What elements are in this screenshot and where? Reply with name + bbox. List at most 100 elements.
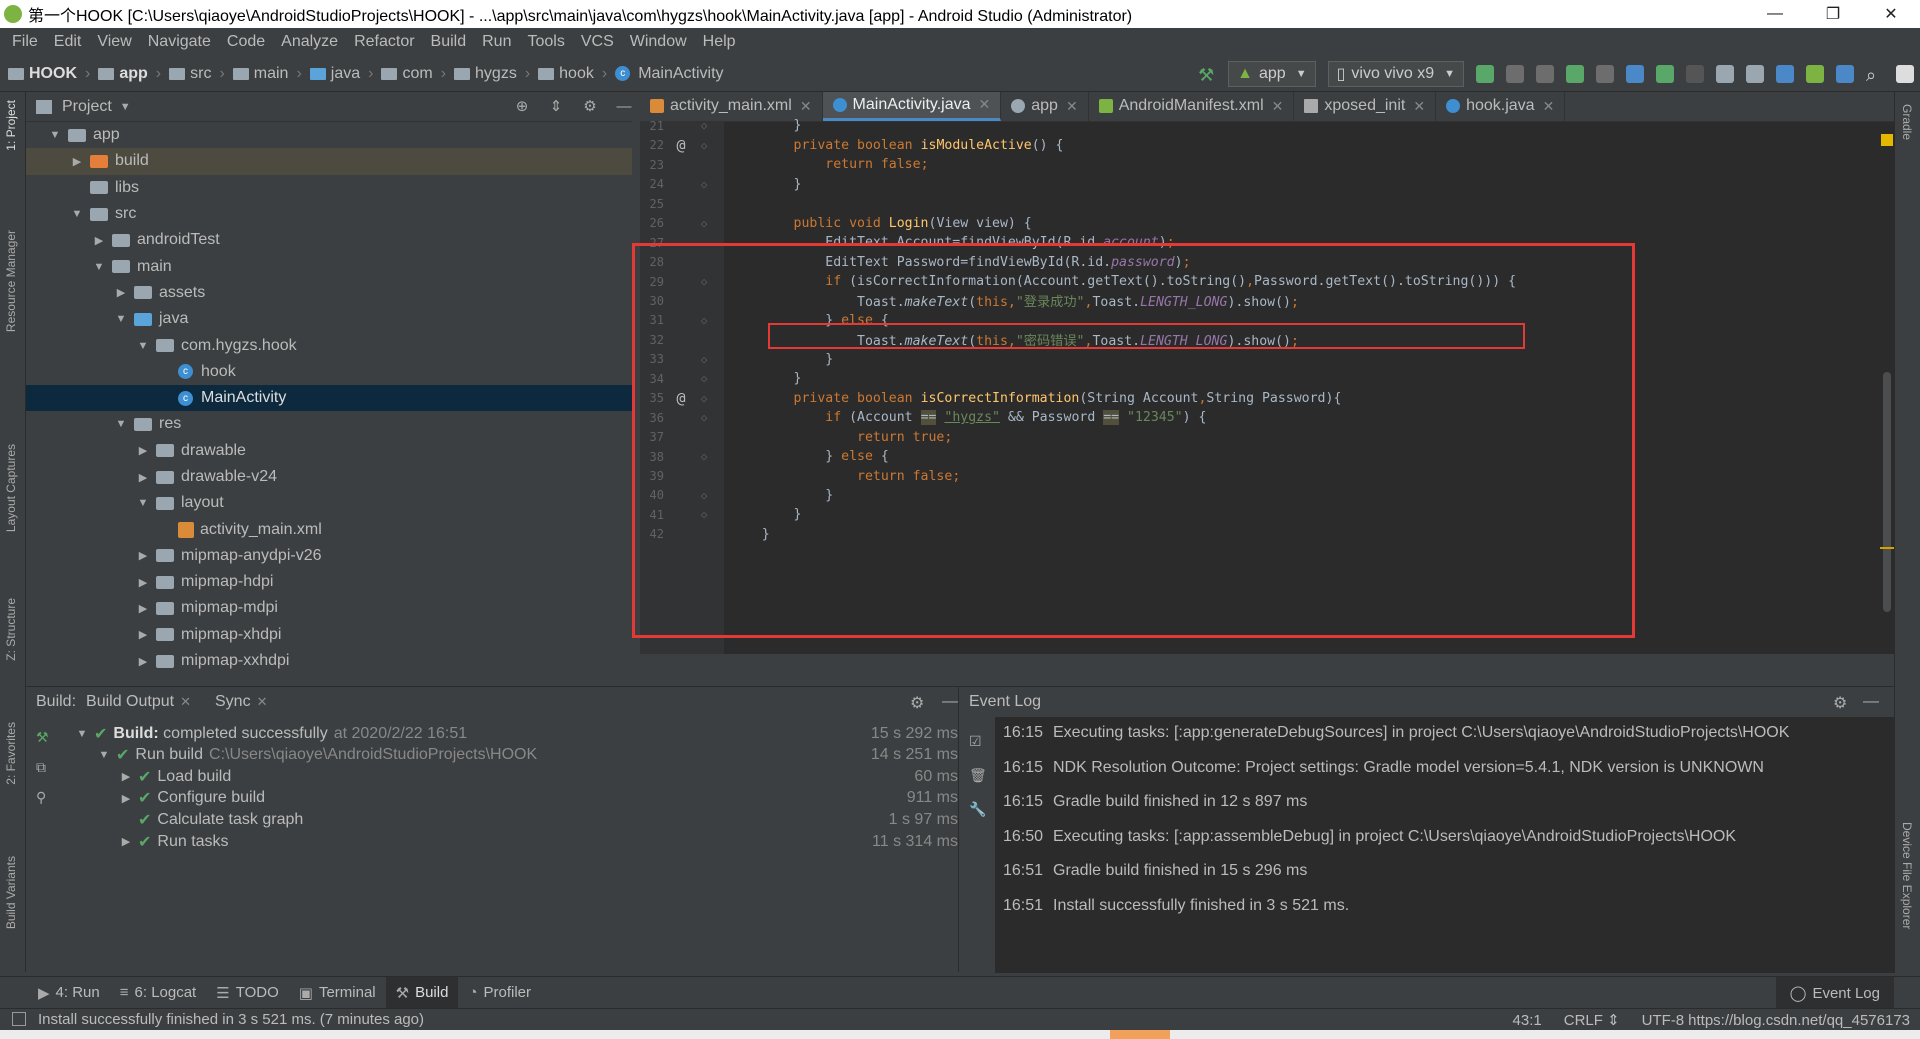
chevron-right-icon[interactable]: ▶ — [118, 792, 134, 805]
close-icon[interactable]: ✕ — [180, 694, 191, 710]
chevron-down-icon[interactable]: ▼ — [120, 101, 131, 113]
locate-icon[interactable]: ⊕ — [514, 99, 530, 115]
breadcrumb-hook[interactable]: hook › — [538, 65, 607, 83]
hammer-build-icon[interactable]: ⚒ — [1198, 65, 1216, 85]
maximize-button[interactable]: ❐ — [1804, 0, 1862, 28]
tool-windows-toggle-icon[interactable] — [12, 1012, 26, 1026]
file-encoding[interactable]: UTF-8 — [1642, 1012, 1685, 1029]
status-message[interactable]: Install successfully finished in 3 s 521… — [38, 1011, 424, 1028]
tab-build-output[interactable]: Build Output — [86, 693, 174, 711]
mark-all-read-icon[interactable]: ☑ — [969, 733, 987, 751]
breadcrumb-app[interactable]: app › — [98, 65, 161, 83]
build-tree-row[interactable]: ▶ ✔ Configure build 911 ms — [66, 788, 958, 809]
tree-item[interactable]: ▼ src — [26, 201, 640, 227]
project-view-select[interactable]: Project — [62, 98, 112, 116]
breadcrumb-mainactivity[interactable]: c MainActivity — [615, 65, 724, 83]
close-icon[interactable]: ✕ — [1543, 98, 1555, 115]
profiler-gauge-icon[interactable] — [1626, 65, 1644, 83]
tab-sync[interactable]: Sync — [215, 693, 251, 711]
menu-analyze[interactable]: Analyze — [273, 33, 346, 51]
tool-tab-gradle[interactable]: Gradle — [1900, 104, 1914, 140]
chevron-right-icon[interactable]: ▶ — [136, 549, 150, 562]
search-icon[interactable]: ⌕ — [1866, 65, 1884, 85]
project-structure-icon[interactable] — [1716, 65, 1734, 83]
fold-marker-icon[interactable]: ◇ — [696, 178, 712, 191]
menu-refactor[interactable]: Refactor — [346, 33, 422, 51]
tool-tab-layout-captures[interactable]: Layout Captures — [4, 444, 18, 532]
build-tree-row[interactable]: ▶ ✔ Run tasks 11 s 314 ms — [66, 831, 958, 852]
chevron-right-icon[interactable]: ▶ — [136, 471, 150, 484]
menu-tools[interactable]: Tools — [519, 33, 572, 51]
tree-item[interactable]: ▶ drawable-v24 — [26, 464, 640, 490]
override-annotation-icon[interactable]: @ — [670, 136, 692, 154]
chevron-down-icon[interactable]: ▼ — [92, 261, 106, 273]
tree-item[interactable]: ▶ drawable — [26, 438, 640, 464]
close-icon[interactable]: ✕ — [979, 96, 991, 113]
menu-navigate[interactable]: Navigate — [140, 33, 219, 51]
chevron-right-icon[interactable]: ▶ — [136, 576, 150, 589]
tool-tab-run[interactable]: ▶ 4: Run — [28, 977, 110, 1009]
menu-file[interactable]: File — [4, 33, 46, 51]
chevron-right-icon[interactable]: ▶ — [136, 628, 150, 641]
stop-icon[interactable] — [1686, 65, 1704, 83]
tree-item[interactable]: ▶ mipmap-xhdpi — [26, 622, 640, 648]
apply-changes-icon[interactable] — [1476, 65, 1494, 83]
collapse-all-icon[interactable]: ⇕ — [548, 99, 564, 115]
chevron-right-icon[interactable]: ▶ — [114, 286, 128, 299]
warning-marker[interactable] — [1881, 134, 1893, 146]
menu-code[interactable]: Code — [219, 33, 273, 51]
tool-tab-resource-manager[interactable]: Resource Manager — [4, 230, 18, 332]
build-tree-row[interactable]: ▶ ✔ Load build 60 ms — [66, 766, 958, 787]
tool-tab-logcat[interactable]: ≡ 6: Logcat — [110, 977, 206, 1009]
tree-item[interactable]: c hook — [26, 359, 640, 385]
menu-build[interactable]: Build — [423, 33, 475, 51]
run-config-select[interactable]: ▲ app ▼ — [1228, 61, 1316, 87]
tool-tab-favorites[interactable]: 2: Favorites — [4, 722, 18, 785]
trash-icon[interactable]: 🗑 — [969, 767, 987, 785]
tree-item[interactable]: ▶ assets — [26, 280, 640, 306]
chevron-right-icon[interactable]: ▶ — [136, 602, 150, 615]
avd-manager-icon[interactable] — [1806, 65, 1824, 83]
tree-item[interactable]: ▶ mipmap-hdpi — [26, 569, 640, 595]
tree-item[interactable]: ▼ res — [26, 411, 640, 437]
sdk-manager-icon[interactable] — [1836, 65, 1854, 83]
fold-marker-icon[interactable]: ◇ — [696, 139, 712, 152]
chevron-down-icon[interactable]: ▼ — [96, 749, 112, 761]
close-icon[interactable]: ✕ — [1272, 98, 1284, 115]
caret-position[interactable]: 43:1 — [1513, 1012, 1542, 1029]
chevron-right-icon[interactable]: ▶ — [70, 155, 84, 168]
tree-item[interactable]: ▶ build — [26, 148, 640, 175]
gear-icon[interactable]: ⚙ — [910, 693, 924, 713]
breadcrumb-com[interactable]: com › — [381, 65, 446, 83]
chevron-down-icon[interactable]: ▼ — [74, 728, 90, 740]
chevron-right-icon[interactable]: ▶ — [92, 234, 106, 247]
device-select[interactable]: ▯ vivo vivo x9 ▼ — [1327, 61, 1464, 87]
menu-window[interactable]: Window — [622, 33, 695, 51]
tool-tab-structure[interactable]: Z: Structure — [4, 598, 18, 661]
tool-tab-build[interactable]: ⚒ Build — [385, 976, 459, 1009]
tool-tab-project[interactable]: 1: Project — [4, 100, 18, 151]
chevron-down-icon[interactable]: ▼ — [114, 418, 128, 430]
debug-icon[interactable] — [1566, 65, 1584, 83]
tree-item[interactable]: ▶ mipmap-mdpi — [26, 595, 640, 621]
tool-tab-todo[interactable]: ☰ TODO — [206, 977, 289, 1009]
coverage-icon[interactable] — [1536, 65, 1554, 83]
close-icon[interactable]: ✕ — [257, 694, 268, 710]
tree-item[interactable]: ▶ mipmap-xxhdpi — [26, 648, 640, 674]
close-icon[interactable]: ✕ — [800, 98, 812, 115]
hide-panel-icon[interactable]: — — [1863, 693, 1879, 711]
tree-item[interactable]: activity_main.xml — [26, 516, 640, 542]
tree-item[interactable]: ▶ mipmap-anydpi-v26 — [26, 543, 640, 569]
chevron-right-icon[interactable]: ▶ — [118, 770, 134, 783]
build-tree-row[interactable]: ▼ ✔ Run build C:\Users\qiaoye\AndroidStudio… — [66, 745, 958, 766]
layout-inspector-icon[interactable] — [1746, 65, 1764, 83]
close-icon[interactable]: ✕ — [1413, 98, 1425, 115]
menu-run[interactable]: Run — [474, 33, 519, 51]
scrollbar-thumb[interactable] — [1883, 372, 1891, 612]
breadcrumb-src[interactable]: src › — [169, 65, 225, 83]
chevron-right-icon[interactable]: ▶ — [118, 835, 134, 848]
menu-vcs[interactable]: VCS — [573, 33, 622, 51]
tool-tab-terminal[interactable]: ▣ Terminal — [289, 977, 386, 1009]
tool-tab-device-file-explorer[interactable]: Device File Explorer — [1900, 822, 1914, 929]
chevron-down-icon[interactable]: ▼ — [114, 313, 128, 325]
